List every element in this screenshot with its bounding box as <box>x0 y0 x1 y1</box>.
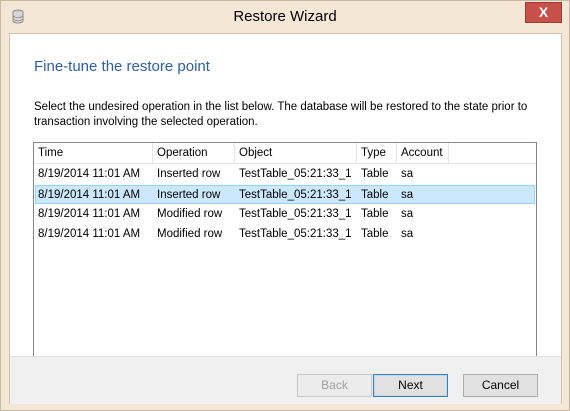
cell-time: 8/19/2014 11:01 AM <box>38 228 141 240</box>
cell-object: TestTable_05:21:33_1 <box>239 208 352 220</box>
column-header-operation[interactable]: Operation <box>153 143 235 163</box>
cell-object: TestTable_05:21:33_1 <box>239 189 352 201</box>
cell-operation: Modified row <box>157 228 223 240</box>
cell-time: 8/19/2014 11:01 AM <box>38 208 141 220</box>
restore-wizard-window: Restore Wizard X Fine-tune the restore p… <box>0 0 570 411</box>
column-header-type[interactable]: Type <box>357 143 397 163</box>
cell-object: TestTable_05:21:33_1 <box>239 228 352 240</box>
cell-account: sa <box>401 208 414 220</box>
page-heading: Fine-tune the restore point <box>34 58 210 75</box>
page-description: Select the undesired operation in the li… <box>34 101 528 128</box>
cancel-button[interactable]: Cancel <box>463 374 538 397</box>
column-header-account[interactable]: Account <box>397 143 449 163</box>
cell-operation: Modified row <box>157 208 223 220</box>
cell-type: Table <box>361 168 389 180</box>
list-header: Time Operation Object Type Account <box>34 143 536 164</box>
cell-time: 8/19/2014 11:01 AM <box>38 168 141 180</box>
button-bar: Back Next Cancel <box>10 356 561 404</box>
back-button[interactable]: Back <box>297 374 372 397</box>
cell-operation: Inserted row <box>157 168 221 180</box>
close-button[interactable]: X <box>525 2 562 23</box>
title-bar[interactable]: Restore Wizard X <box>1 1 569 33</box>
cell-type: Table <box>361 208 389 220</box>
table-row-selected[interactable]: 8/19/2014 11:01 AM Inserted row TestTabl… <box>35 185 535 204</box>
table-row[interactable]: 8/19/2014 11:01 AM Modified row TestTabl… <box>35 205 535 224</box>
window-title: Restore Wizard <box>233 8 337 25</box>
table-row[interactable]: 8/19/2014 11:01 AM Inserted row TestTabl… <box>35 165 535 184</box>
cell-operation: Inserted row <box>157 189 221 201</box>
column-header-time[interactable]: Time <box>34 143 153 163</box>
cell-time: 8/19/2014 11:01 AM <box>38 189 141 201</box>
table-row[interactable]: 8/19/2014 11:01 AM Modified row TestTabl… <box>35 225 535 244</box>
next-button[interactable]: Next <box>373 374 448 397</box>
cell-type: Table <box>361 189 389 201</box>
operations-list[interactable]: Time Operation Object Type Account 8/19/… <box>33 142 537 369</box>
cell-account: sa <box>401 228 414 240</box>
cell-account: sa <box>401 168 414 180</box>
wizard-page: Fine-tune the restore point Select the u… <box>9 33 562 404</box>
column-header-object[interactable]: Object <box>235 143 357 163</box>
cell-object: TestTable_05:21:33_1 <box>239 168 352 180</box>
close-icon: X <box>538 4 549 20</box>
cell-account: sa <box>401 189 414 201</box>
cell-type: Table <box>361 228 389 240</box>
